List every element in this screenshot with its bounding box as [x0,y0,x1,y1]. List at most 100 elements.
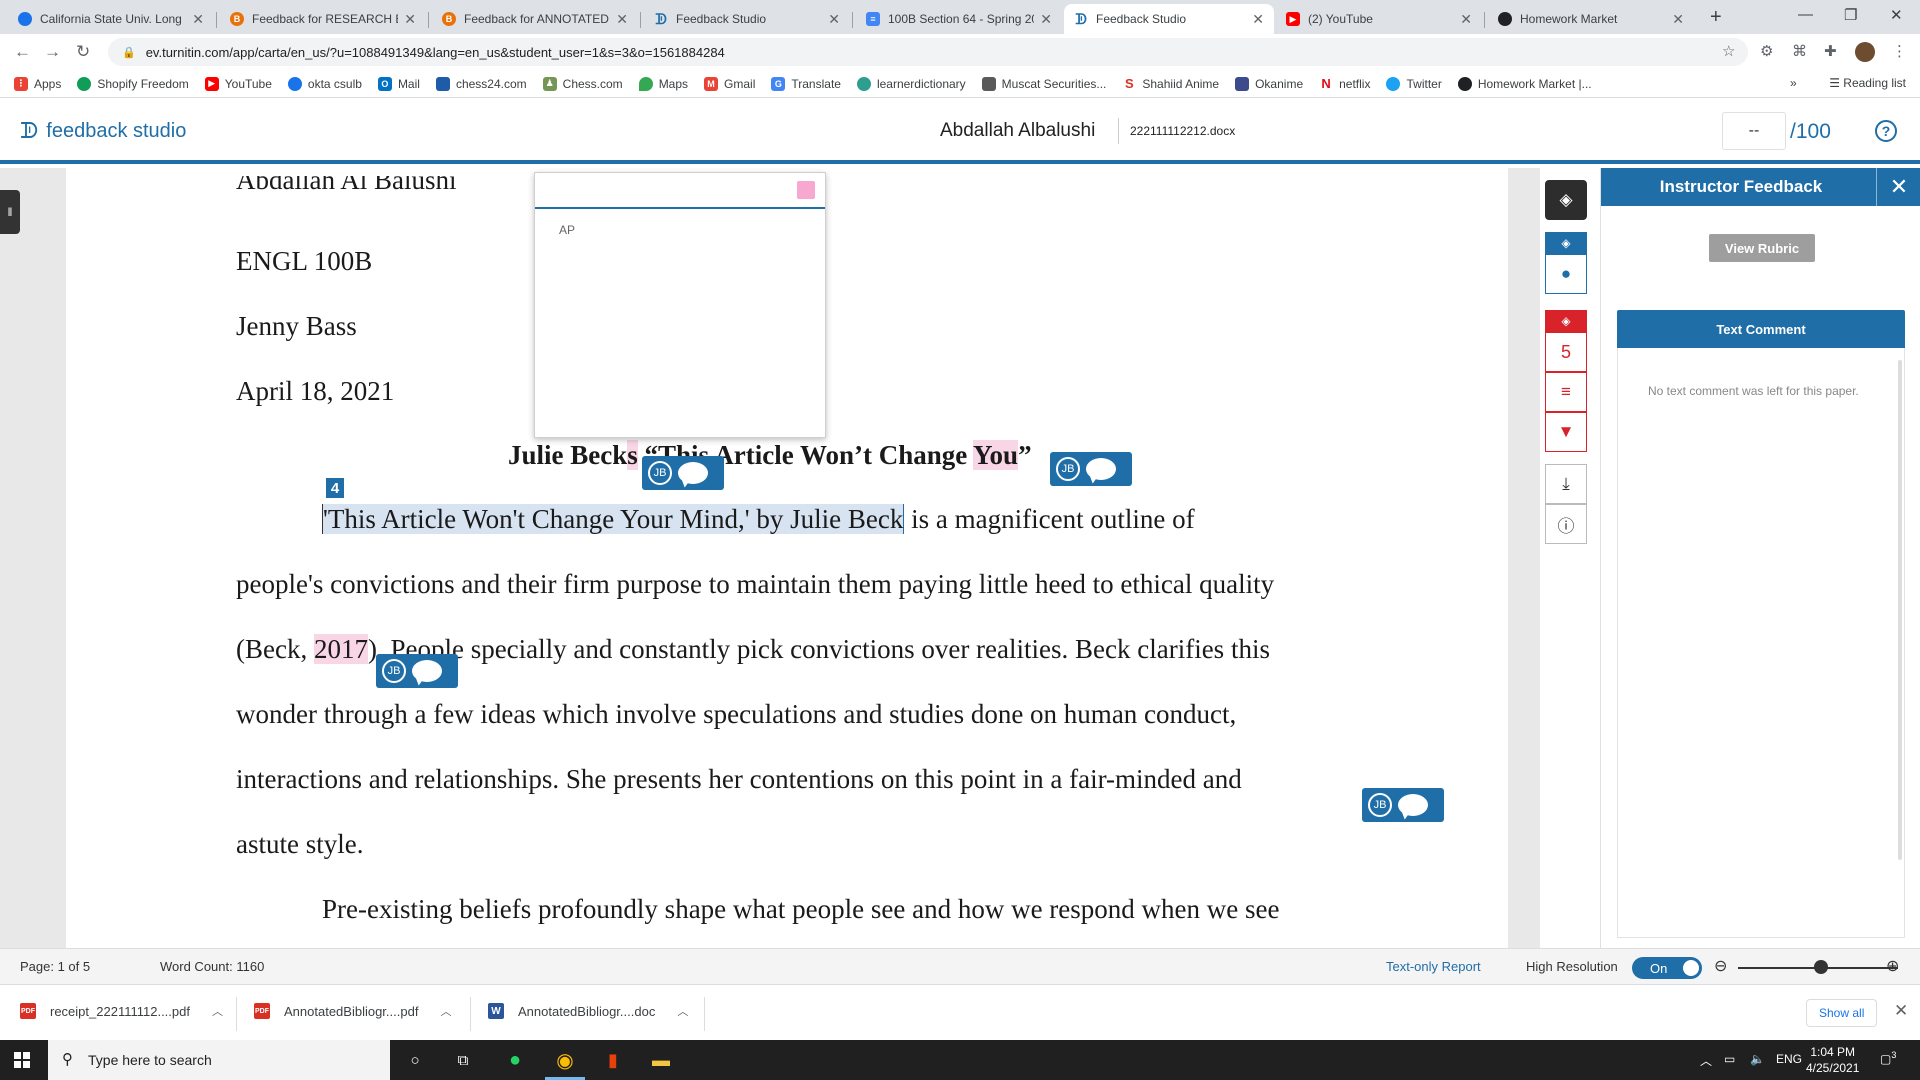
forward-icon[interactable]: → [44,42,61,62]
bookmark-shopify[interactable]: Shopify Freedom [77,76,189,91]
file-explorer-icon[interactable]: ▬ [648,1048,674,1072]
bookmark-muscat-securities[interactable]: Muscat Securities... [981,76,1106,91]
close-tab-icon[interactable]: ✕ [192,11,204,28]
info-button[interactable]: ⓘ [1545,504,1587,544]
quickmark-number-badge[interactable]: 4 [326,478,344,498]
network-icon[interactable]: ▭ [1724,1052,1735,1066]
chevron-up-icon[interactable]: ︿ [440,1003,451,1019]
windows-start-icon[interactable] [14,1052,30,1068]
restore-icon[interactable]: ❐ [1844,6,1857,24]
chrome-icon[interactable]: ◉ [552,1048,578,1072]
view-rubric-button[interactable]: View Rubric [1709,234,1815,262]
close-panel-icon[interactable]: ✕ [1884,172,1914,202]
bookmark-netflix[interactable]: Nnetflix [1319,76,1370,91]
text-comment-header[interactable]: Text Comment [1617,310,1905,348]
bookmark-chess24[interactable]: chess24.com [435,76,527,91]
download-item[interactable]: PDF AnnotatedBibliogr....pdf ︿ [254,1003,451,1019]
zoom-slider-handle[interactable] [1814,960,1828,974]
close-tab-icon[interactable]: ✕ [1040,11,1052,28]
browser-tab-feedback-research[interactable]: B Feedback for RESEARCH ESS ✕ [220,4,426,34]
close-tab-icon[interactable]: ✕ [1460,11,1472,28]
sort-matches-button[interactable]: ≡ [1545,372,1587,412]
comment-chip[interactable]: JB [1362,788,1444,822]
zoom-out-icon[interactable]: ⊖ [1714,956,1727,976]
chevron-up-icon[interactable]: ︿ [677,1003,688,1019]
volume-muted-icon[interactable]: 🔈 [1750,1052,1765,1066]
similarity-score-button[interactable]: 5 [1545,332,1587,372]
bookmark-star-icon[interactable]: ☆ [1722,42,1735,60]
puzzle-extensions-icon[interactable]: ✚ [1824,42,1837,60]
comment-chip[interactable]: JB [1050,452,1132,486]
kebab-menu-icon[interactable]: ⋮ [1892,42,1907,60]
grade-input[interactable]: -- [1722,112,1786,150]
download-button[interactable]: ⤓ [1545,464,1587,504]
high-resolution-toggle[interactable]: On [1632,957,1702,979]
filter-button[interactable]: ▼ [1545,412,1587,452]
task-view-icon[interactable]: ⧉ [450,1048,476,1072]
bookmark-maps[interactable]: Maps [638,76,688,91]
bookmark-apps[interactable]: ⋮ Apps [14,76,61,91]
taskbar-clock[interactable]: 1:04 PM 4/25/2021 [1806,1044,1859,1076]
download-item[interactable]: W AnnotatedBibliogr....doc ︿ [488,1003,688,1019]
help-icon[interactable]: ? [1875,120,1897,142]
bookmark-learnerdictionary[interactable]: learnerdictionary [856,76,966,91]
instructor-feedback-button[interactable]: ● [1545,254,1587,294]
bookmark-youtube[interactable]: ▶ YouTube [204,76,272,91]
feedback-studio-logo[interactable]: ᗫ feedback studio [20,118,186,144]
browser-tab-feedback-annotated[interactable]: B Feedback for ANNOTATED BI ✕ [432,4,638,34]
office-icon[interactable]: ▮ [600,1048,626,1072]
taskbar-search-input[interactable]: ⚲ Type here to search [48,1040,390,1080]
bookmark-okta[interactable]: okta csulb [287,76,362,91]
bookmark-twitter[interactable]: Twitter [1386,76,1442,91]
bookmark-translate[interactable]: G Translate [771,76,841,91]
browser-tab-feedback-studio-active[interactable]: ᗫ Feedback Studio ✕ [1064,4,1274,34]
comment-editor-popup[interactable]: AP [534,172,826,438]
minimize-icon[interactable]: — [1798,6,1813,23]
browser-tab-feedback-studio-1[interactable]: ᗫ Feedback Studio ✕ [644,4,850,34]
close-window-icon[interactable]: ✕ [1890,6,1903,24]
close-tab-icon[interactable]: ✕ [404,11,416,28]
comment-chip[interactable]: JB [376,654,458,688]
profile-avatar[interactable] [1855,42,1875,62]
close-tab-icon[interactable]: ✕ [1252,11,1264,28]
zoom-in-icon[interactable]: ⊕ [1886,956,1899,976]
browser-tab-section-64[interactable]: ≡ 100B Section 64 - Spring 202 ✕ [856,4,1062,34]
close-downloads-icon[interactable]: ✕ [1894,1001,1908,1021]
text-comment-scrollbar[interactable] [1898,360,1902,860]
highlighted-quote[interactable]: 'This Article Won't Change Your Mind,' b… [322,504,905,534]
browser-tab-csulb[interactable]: California State Univ. Long B ✕ [8,4,214,34]
whatsapp-icon[interactable]: ● [502,1048,528,1072]
bookmark-chesscom[interactable]: ♟ Chess.com [542,76,623,91]
layers-button[interactable]: ◈ [1545,180,1587,220]
close-tab-icon[interactable]: ✕ [828,11,840,28]
bookmarks-overflow-icon[interactable]: » [1790,76,1797,90]
bookmark-gmail[interactable]: M Gmail [704,76,755,91]
notifications-icon[interactable]: ▢3 [1880,1050,1896,1066]
reading-list[interactable]: ☰ Reading list [1829,76,1906,90]
comment-chip[interactable]: JB [642,456,724,490]
address-bar[interactable]: 🔒 ev.turnitin.com/app/carta/en_us/?u=108… [108,38,1748,66]
lock-icon[interactable]: 🔒 [122,46,136,59]
chevron-up-icon[interactable]: ︿ [212,1003,223,1019]
extension-icon[interactable]: ⚙ [1760,42,1773,60]
translate-extension-icon[interactable]: ⌘ [1792,42,1807,60]
language-indicator[interactable]: ENG [1776,1052,1802,1066]
close-tab-icon[interactable]: ✕ [1672,11,1684,28]
show-all-downloads-button[interactable]: Show all [1806,999,1878,1027]
download-item[interactable]: PDF receipt_222111112....pdf ︿ [20,1003,223,1019]
bookmark-shahiid-anime[interactable]: S Shahiid Anime [1122,76,1219,91]
text-only-report-link[interactable]: Text-only Report [1386,959,1481,974]
bookmark-mail[interactable]: O Mail [377,76,420,91]
highlight-color-swatch[interactable] [797,181,815,199]
cortana-icon[interactable]: ○ [402,1048,428,1072]
reload-icon[interactable]: ↻ [76,42,90,62]
tray-overflow-icon[interactable]: ︿ [1700,1052,1712,1069]
browser-tab-homework-market[interactable]: Homework Market ✕ [1488,4,1694,34]
left-panel-handle[interactable]: ‖ [0,190,20,234]
bookmark-okanime[interactable]: Okanime [1235,76,1303,91]
new-tab-icon[interactable]: + [1710,6,1722,29]
bookmark-homework-market[interactable]: Homework Market |... [1457,76,1592,91]
back-icon[interactable]: ← [14,42,31,62]
browser-tab-youtube[interactable]: ▶ (2) YouTube ✕ [1276,4,1482,34]
close-tab-icon[interactable]: ✕ [616,11,628,28]
